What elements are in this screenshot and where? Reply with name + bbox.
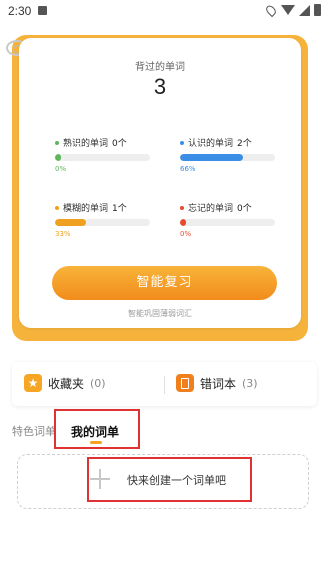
progress-fill (180, 154, 243, 161)
battery-icon (314, 4, 321, 16)
status-time: 2:30 (8, 4, 32, 18)
plus-icon (90, 469, 110, 489)
favorites-count: (0) (90, 376, 106, 390)
stat-label: 认识的单词 (188, 139, 234, 149)
progress-fill (55, 219, 86, 226)
dot-icon (180, 140, 184, 145)
progress-bar (55, 154, 150, 161)
progress-bar (180, 219, 275, 226)
stat-count: 2个 (237, 139, 252, 149)
progress-fill (55, 154, 61, 161)
stat-count: 0个 (237, 204, 252, 214)
notification-icon (38, 6, 47, 15)
stat-label: 熟识的单词 (63, 139, 109, 149)
favorites-button[interactable]: ★ 收藏夹 (0) (24, 374, 106, 392)
total-count: 3 (153, 74, 167, 99)
mistakes-label: 错词本 (200, 376, 237, 391)
stat-known: 认识的单词 2个 66% (180, 136, 280, 173)
tab-special-lists[interactable]: 特色词单 (12, 423, 56, 439)
dot-icon (55, 140, 59, 145)
stat-percent: 0% (55, 165, 67, 173)
tab-active-indicator (90, 441, 102, 444)
dot-icon (55, 205, 59, 210)
stat-forgotten: 忘记的单词 0个 0% (180, 201, 280, 238)
stat-vague: 模糊的单词 1个 33% (55, 201, 155, 238)
mistakes-button[interactable]: 错词本 (3) (176, 374, 258, 392)
status-bar: 2:30 (0, 0, 327, 22)
wifi-icon (281, 5, 295, 15)
favorites-label: 收藏夹 (48, 376, 85, 391)
progress-bar (55, 219, 150, 226)
signal-icon (299, 4, 310, 16)
progress-fill (180, 219, 186, 226)
stats-card: 背过的单词 3 熟识的单词 0个 0% 认识的单词 2个 66% 模糊的单词 1个 3… (19, 38, 301, 328)
smart-review-subtitle: 智能巩固薄弱词汇 (128, 309, 192, 318)
stat-count: 1个 (112, 204, 127, 214)
stat-label: 忘记的单词 (188, 204, 234, 214)
stat-count: 0个 (112, 139, 127, 149)
status-icons (264, 3, 321, 17)
dot-icon (180, 205, 184, 210)
stat-percent: 0% (180, 230, 192, 238)
collection-row: ★ 收藏夹 (0) 错词本 (3) (12, 362, 317, 406)
mistakes-count: (3) (242, 376, 258, 390)
stat-percent: 66% (180, 165, 196, 173)
stat-label: 模糊的单词 (63, 204, 109, 214)
star-icon: ★ (24, 374, 42, 392)
progress-bar (180, 154, 275, 161)
divider (164, 376, 165, 394)
location-icon (264, 3, 278, 17)
stats-title: 背过的单词 (135, 62, 185, 73)
tab-my-lists[interactable]: 我的词单 (54, 409, 140, 449)
notebook-icon (176, 374, 194, 392)
stat-percent: 33% (55, 230, 71, 238)
smart-review-button[interactable]: 智能复习 (52, 266, 277, 300)
tab-my-lists-label: 我的词单 (71, 425, 120, 439)
stat-familiar: 熟识的单词 0个 0% (55, 136, 155, 173)
create-wordlist-label: 快来创建一个词单吧 (127, 474, 226, 487)
